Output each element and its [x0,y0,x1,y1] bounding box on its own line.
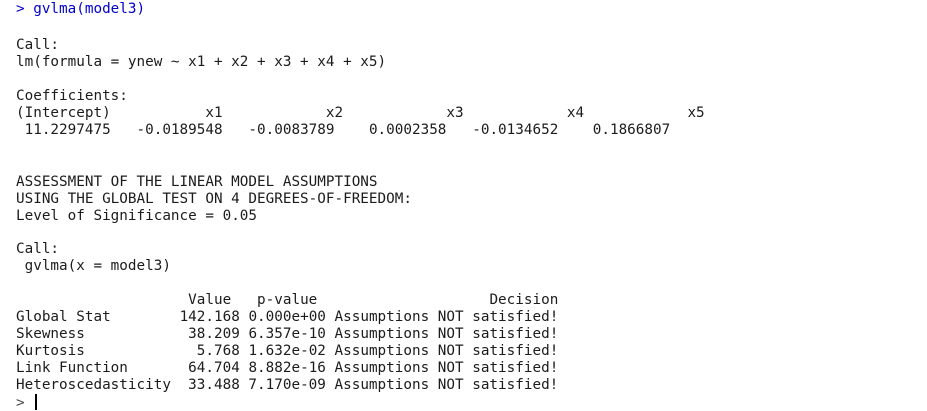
table-row: Skewness 38.209 6.357e-10 Assumptions NO… [16,326,558,343]
coef-name: x1 [205,105,223,121]
command-line: > gvlma(model3) [16,1,145,18]
coef-value: -0.0083789 [248,122,335,138]
coef-name: x3 [446,105,464,121]
col-header-decision: Decision [489,292,559,308]
coefficients-values-row: 11.2297475 -0.0189548 -0.0083789 0.00023… [16,122,671,139]
row-decision: Assumptions NOT satisfied! [334,377,559,393]
gvlma-call-expression: gvlma(x = model3) [16,258,171,275]
row-name: Skewness [16,326,85,342]
row-decision: Assumptions NOT satisfied! [334,360,559,376]
coef-value: -0.0134652 [472,122,559,138]
prompt-symbol: > [16,1,25,17]
row-value: 142.168 [179,309,240,325]
lm-call-header: Call: [16,37,60,53]
assessment-subtitle: USING THE GLOBAL TEST ON 4 DEGREES-OF-FR… [16,191,412,207]
gvlma-expression-text: gvlma(x = model3) [24,258,171,274]
lm-formula: lm(formula = ynew ~ x1 + x2 + x3 + x4 + … [16,54,387,70]
r-console[interactable]: > gvlma(model3) Call: lm(formula = ynew … [0,0,927,411]
row-pvalue: 0.000e+00 [248,309,326,325]
significance-label: Level of Significance = [16,208,223,224]
input-line[interactable]: > [16,394,38,411]
coefficients-header: Coefficients: [16,88,128,104]
row-pvalue: 6.357e-10 [248,326,326,342]
row-pvalue: 7.170e-09 [248,377,326,393]
significance-line: Level of Significance = 0.05 [16,208,257,225]
row-value: 64.704 [188,360,240,376]
gvlma-call-header: Call: [16,241,60,257]
row-name: Global Stat [16,309,111,325]
table-row: Global Stat 142.168 0.000e+00 Assumption… [16,309,558,326]
table-row: Heteroscedasticity 33.488 7.170e-09 Assu… [16,377,558,394]
significance-value: 0.05 [222,208,258,224]
row-value: 38.209 [188,326,240,342]
coef-name: x4 [566,105,585,121]
row-value: 5.768 [196,343,240,359]
coef-value: -0.0189548 [136,122,223,138]
coef-name: x2 [325,105,344,121]
row-decision: Assumptions NOT satisfied! [334,343,559,359]
coefficients-names-row: (Intercept) x1 x2 x3 x4 x5 [16,105,705,122]
results-table-header: Value p-value Decision [16,292,558,309]
assessment-title: ASSESSMENT OF THE LINEAR MODEL ASSUMPTIO… [16,174,378,190]
row-pvalue: 8.882e-16 [248,360,326,376]
col-header-value: Value [188,292,232,308]
coef-value: 0.1866807 [592,122,671,138]
table-row: Kurtosis 5.768 1.632e-02 Assumptions NOT… [16,343,558,360]
col-header-pvalue: p-value [257,292,318,308]
command-text: gvlma(model3) [33,1,146,17]
row-name: Link Function [16,360,128,376]
table-row: Link Function 64.704 8.882e-16 Assumptio… [16,360,558,377]
row-decision: Assumptions NOT satisfied! [334,326,559,342]
coef-value: 11.2297475 [24,122,111,138]
coef-name: x5 [687,105,705,121]
row-name: Kurtosis [16,343,85,359]
row-decision: Assumptions NOT satisfied! [334,309,559,325]
row-value: 33.488 [188,377,240,393]
row-pvalue: 1.632e-02 [248,343,326,359]
text-cursor [35,394,38,410]
coef-name: (Intercept) [16,105,111,121]
input-prompt-symbol: > [16,395,25,411]
coef-value: 0.0002358 [368,122,447,138]
row-name: Heteroscedasticity [16,377,171,393]
